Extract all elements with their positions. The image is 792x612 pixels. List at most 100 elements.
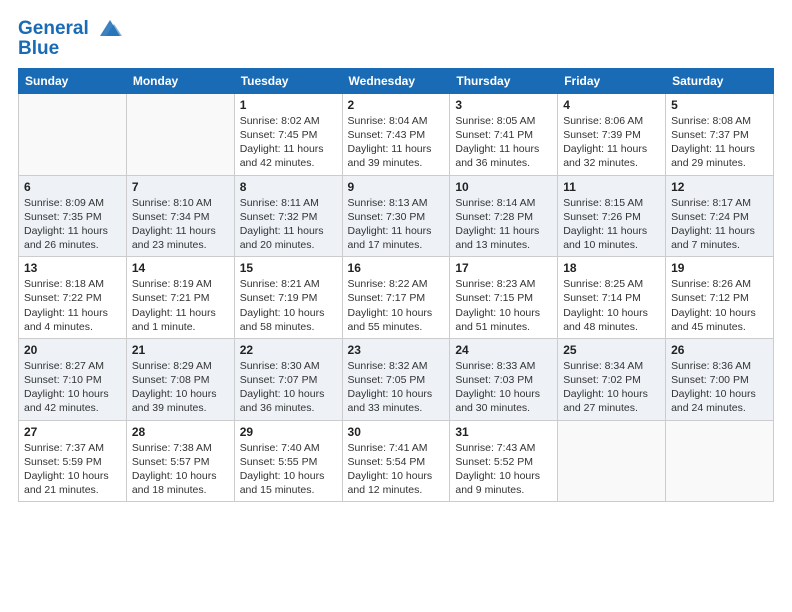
sunrise: Sunrise: 8:33 AM [455,360,535,372]
sunrise: Sunrise: 8:02 AM [240,115,320,127]
daylight: Daylight: 11 hours and 10 minutes. [563,225,647,251]
cell-content: Sunrise: 8:27 AMSunset: 7:10 PMDaylight:… [24,359,121,416]
day-number: 22 [240,343,337,357]
daylight: Daylight: 11 hours and 26 minutes. [24,225,108,251]
calendar-cell: 15Sunrise: 8:21 AMSunset: 7:19 PMDayligh… [234,257,342,339]
weekday-header: Tuesday [234,68,342,93]
calendar-cell: 1Sunrise: 8:02 AMSunset: 7:45 PMDaylight… [234,93,342,175]
daylight: Daylight: 10 hours and 15 minutes. [240,470,325,496]
daylight: Daylight: 11 hours and 4 minutes. [24,307,108,333]
daylight: Daylight: 10 hours and 45 minutes. [671,307,756,333]
sunset: Sunset: 7:12 PM [671,292,749,304]
logo-general: General [18,18,89,39]
calendar-cell [558,420,666,502]
logo-icon [96,18,124,40]
daylight: Daylight: 10 hours and 48 minutes. [563,307,648,333]
day-number: 28 [132,425,229,439]
sunrise: Sunrise: 7:41 AM [348,442,428,454]
cell-content: Sunrise: 8:13 AMSunset: 7:30 PMDaylight:… [348,196,445,253]
cell-content: Sunrise: 8:14 AMSunset: 7:28 PMDaylight:… [455,196,552,253]
calendar-cell: 12Sunrise: 8:17 AMSunset: 7:24 PMDayligh… [666,175,774,257]
calendar-cell: 7Sunrise: 8:10 AMSunset: 7:34 PMDaylight… [126,175,234,257]
day-number: 12 [671,180,768,194]
logo-blue: Blue [18,38,124,60]
sunrise: Sunrise: 8:30 AM [240,360,320,372]
day-number: 14 [132,261,229,275]
sunrise: Sunrise: 8:10 AM [132,197,212,209]
calendar-cell: 16Sunrise: 8:22 AMSunset: 7:17 PMDayligh… [342,257,450,339]
day-number: 6 [24,180,121,194]
day-number: 20 [24,343,121,357]
cell-content: Sunrise: 8:32 AMSunset: 7:05 PMDaylight:… [348,359,445,416]
calendar-week-row: 13Sunrise: 8:18 AMSunset: 7:22 PMDayligh… [19,257,774,339]
daylight: Daylight: 10 hours and 36 minutes. [240,388,325,414]
sunrise: Sunrise: 7:38 AM [132,442,212,454]
sunset: Sunset: 7:19 PM [240,292,318,304]
sunrise: Sunrise: 8:32 AM [348,360,428,372]
cell-content: Sunrise: 8:36 AMSunset: 7:00 PMDaylight:… [671,359,768,416]
cell-content: Sunrise: 8:30 AMSunset: 7:07 PMDaylight:… [240,359,337,416]
day-number: 11 [563,180,660,194]
calendar-cell: 2Sunrise: 8:04 AMSunset: 7:43 PMDaylight… [342,93,450,175]
sunset: Sunset: 7:37 PM [671,129,749,141]
daylight: Daylight: 10 hours and 9 minutes. [455,470,540,496]
cell-content: Sunrise: 8:29 AMSunset: 7:08 PMDaylight:… [132,359,229,416]
calendar-cell: 13Sunrise: 8:18 AMSunset: 7:22 PMDayligh… [19,257,127,339]
day-number: 18 [563,261,660,275]
sunrise: Sunrise: 8:34 AM [563,360,643,372]
daylight: Daylight: 10 hours and 42 minutes. [24,388,109,414]
sunrise: Sunrise: 8:27 AM [24,360,104,372]
sunrise: Sunrise: 8:29 AM [132,360,212,372]
sunrise: Sunrise: 8:23 AM [455,278,535,290]
sunset: Sunset: 7:45 PM [240,129,318,141]
calendar-cell: 23 Sunrise: 8:32 AMSunset: 7:05 PMDayligh… [342,338,450,420]
calendar-cell: 14 Sunrise: 8:19 AMSunset: 7:21 PMDayligh… [126,257,234,339]
cell-content: Sunrise: 7:37 AMSunset: 5:59 PMDaylight:… [24,441,121,498]
sunset: Sunset: 7:24 PM [671,211,749,223]
calendar-cell: 5Sunrise: 8:08 AMSunset: 7:37 PMDaylight… [666,93,774,175]
day-number: 29 [240,425,337,439]
sunset: Sunset: 7:32 PM [240,211,318,223]
calendar-cell [666,420,774,502]
daylight: Daylight: 10 hours and 39 minutes. [132,388,217,414]
day-number: 23 [348,343,445,357]
calendar-cell: 29Sunrise: 7:40 AMSunset: 5:55 PMDayligh… [234,420,342,502]
day-number: 15 [240,261,337,275]
day-number: 25 [563,343,660,357]
cell-content: Sunrise: 8:19 AMSunset: 7:21 PMDaylight:… [132,277,229,334]
calendar-cell: 17Sunrise: 8:23 AMSunset: 7:15 PMDayligh… [450,257,558,339]
calendar-cell: 28Sunrise: 7:38 AMSunset: 5:57 PMDayligh… [126,420,234,502]
page: General Blue SundayMondayTuesdayWednesda… [0,0,792,612]
cell-content: Sunrise: 8:08 AMSunset: 7:37 PMDaylight:… [671,114,768,171]
sunset: Sunset: 7:03 PM [455,374,533,386]
calendar-table: SundayMondayTuesdayWednesdayThursdayFrid… [18,68,774,502]
day-number: 3 [455,98,552,112]
day-number: 26 [671,343,768,357]
calendar-week-row: 27 Sunrise: 7:37 AMSunset: 5:59 PMDayligh… [19,420,774,502]
sunset: Sunset: 7:15 PM [455,292,533,304]
cell-content: Sunrise: 8:26 AMSunset: 7:12 PMDaylight:… [671,277,768,334]
cell-content: Sunrise: 7:41 AMSunset: 5:54 PMDaylight:… [348,441,445,498]
calendar-week-row: 1Sunrise: 8:02 AMSunset: 7:45 PMDaylight… [19,93,774,175]
sunset: Sunset: 7:43 PM [348,129,426,141]
calendar-cell: 3Sunrise: 8:05 AMSunset: 7:41 PMDaylight… [450,93,558,175]
calendar-cell: 18Sunrise: 8:25 AMSunset: 7:14 PMDayligh… [558,257,666,339]
weekday-header: Thursday [450,68,558,93]
sunrise: Sunrise: 8:18 AM [24,278,104,290]
day-number: 31 [455,425,552,439]
day-number: 27 [24,425,121,439]
sunrise: Sunrise: 8:15 AM [563,197,643,209]
sunrise: Sunrise: 8:17 AM [671,197,751,209]
day-number: 8 [240,180,337,194]
sunrise: Sunrise: 8:14 AM [455,197,535,209]
sunrise: Sunrise: 8:06 AM [563,115,643,127]
calendar-week-row: 20 Sunrise: 8:27 AMSunset: 7:10 PMDayligh… [19,338,774,420]
calendar-cell: 22 Sunrise: 8:30 AMSunset: 7:07 PMDayligh… [234,338,342,420]
weekday-header: Wednesday [342,68,450,93]
calendar-cell: 19Sunrise: 8:26 AMSunset: 7:12 PMDayligh… [666,257,774,339]
logo: General Blue [18,18,124,60]
sunset: Sunset: 5:57 PM [132,456,210,468]
cell-content: Sunrise: 8:34 AMSunset: 7:02 PMDaylight:… [563,359,660,416]
sunset: Sunset: 7:02 PM [563,374,641,386]
sunset: Sunset: 5:52 PM [455,456,533,468]
